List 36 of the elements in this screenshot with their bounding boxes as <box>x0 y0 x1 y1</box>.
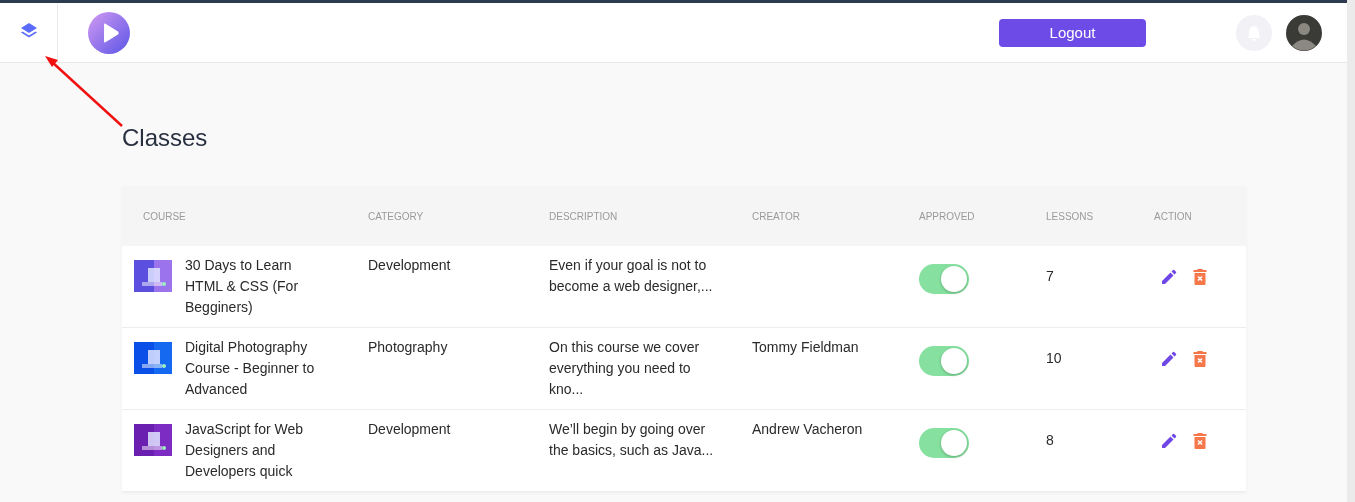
pencil-icon[interactable] <box>1161 269 1177 285</box>
column-header: DESCRIPTION <box>549 210 619 222</box>
description-cell-text: We’ll begin by going over the basics, such as Java... <box>549 420 715 460</box>
column-header: CATEGORY <box>368 210 425 222</box>
column-header: CREATOR <box>752 210 801 222</box>
pencil-icon[interactable] <box>1161 351 1177 367</box>
trash-icon[interactable] <box>1193 269 1207 285</box>
lessons-cell-text: 10 <box>1046 349 1063 368</box>
lessons-cell-text: 7 <box>1046 267 1055 286</box>
creator-cell: Tommy Fieldman <box>752 339 859 355</box>
scrollbar[interactable] <box>1347 0 1355 502</box>
column-header: LESSONS <box>1046 210 1095 222</box>
approved-toggle[interactable] <box>919 428 969 458</box>
course-title: 30 Days to Learn HTML & CSS (For Begginers) <box>185 256 300 317</box>
approved-toggle[interactable] <box>919 264 969 294</box>
logout-button[interactable]: Logout <box>999 18 1146 47</box>
column-header: ACTION <box>1154 210 1193 222</box>
course-title: JavaScript for Web Designers and Developers quick <box>185 420 304 481</box>
column-header: APPROVED <box>919 210 976 222</box>
lessons-cell-text: 8 <box>1046 431 1055 450</box>
creator-cell: Andrew Vacheron <box>752 421 863 437</box>
trash-icon[interactable] <box>1193 433 1207 449</box>
category-cell-text: Photography <box>368 338 449 357</box>
approved-toggle[interactable] <box>919 346 969 376</box>
trash-icon[interactable] <box>1193 351 1207 367</box>
description-cell-text: Even if your goal is not to become a web designer,... <box>549 256 714 296</box>
layers-icon[interactable] <box>19 21 39 40</box>
column-header: COURSE <box>143 210 187 222</box>
course-title: Digital Photography Course - Beginner to Advanced <box>185 338 316 399</box>
avatar[interactable] <box>1286 14 1322 51</box>
pencil-icon[interactable] <box>1161 433 1177 449</box>
category-cell-text: Development <box>368 256 452 275</box>
description-cell-text: On this course we cover everything you need to kno... <box>549 338 701 399</box>
page-title: Classes <box>122 124 209 152</box>
category-cell-text: Development <box>368 420 452 439</box>
logo-icon[interactable] <box>88 11 130 54</box>
